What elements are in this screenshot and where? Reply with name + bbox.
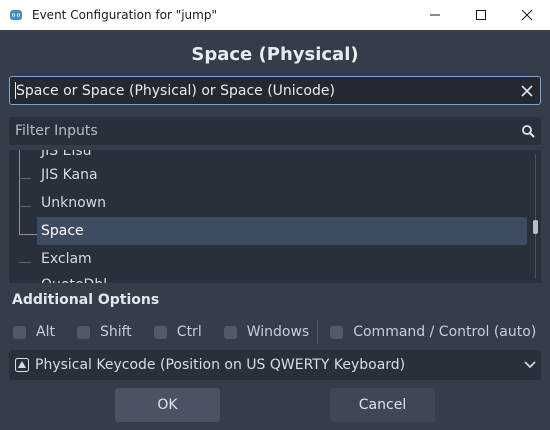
cancel-button[interactable]: Cancel [330,388,435,422]
filter-inputs-field[interactable] [9,117,541,145]
filter-input[interactable] [15,123,515,139]
close-window-button[interactable] [504,0,550,30]
tree-item-quotedbl[interactable]: QuoteDbl [37,271,527,283]
command-control-option[interactable]: Command / Control (auto) [330,324,536,340]
minimize-button[interactable] [412,0,458,30]
tree-item-unknown[interactable]: Unknown [37,189,527,217]
clear-button[interactable] [514,78,540,104]
event-value: Space or Space (Physical) or Space (Unic… [16,82,335,99]
alt-option[interactable]: Alt [13,324,55,340]
event-listen-field[interactable]: Space or Space (Physical) or Space (Unic… [9,76,541,105]
options-divider [317,320,319,344]
command-control-label: Command / Control (auto) [353,324,537,340]
maximize-icon [476,10,486,20]
event-heading: Space (Physical) [191,44,359,65]
close-icon [522,10,532,20]
ctrl-label: Ctrl [176,324,202,340]
tree-tick [19,262,31,263]
scroll-thumb[interactable] [533,220,538,234]
windows-label: Windows [246,324,310,340]
title-bar: Event Configuration for "jump" [0,0,550,30]
minimize-icon [430,14,440,16]
search-button[interactable] [515,118,541,144]
windows-checkbox[interactable] [223,325,237,339]
command-control-checkbox[interactable] [330,325,344,339]
windows-option[interactable]: Windows [223,324,310,340]
tree-tick [19,178,31,179]
scroll-track [535,154,536,279]
ctrl-option[interactable]: Ctrl [153,324,202,340]
chevron-down-icon [524,361,536,369]
tree-item-jis-kana[interactable]: JIS Kana [37,161,527,189]
alt-checkbox[interactable] [13,325,26,339]
tree-connector-line [19,150,20,235]
additional-options-label: Additional Options [12,292,160,308]
tree-connector-branch [19,234,37,235]
ctrl-checkbox[interactable] [153,325,167,339]
godot-app-icon [10,10,22,20]
tree-tick [19,206,31,207]
clear-icon [521,84,533,97]
input-tree[interactable]: JIS Eisu JIS Kana Unknown Space Exclam Q… [9,150,541,283]
alt-label: Alt [36,324,55,340]
search-icon [521,124,535,138]
shift-option[interactable]: Shift [76,324,132,340]
dropdown-arrow[interactable] [519,361,541,369]
dialog-content: Space (Physical) Space or Space (Physica… [0,30,550,430]
keyboard-icon [15,358,29,372]
keycode-type-value: Physical Keycode (Position on US QWERTY … [35,357,406,373]
shift-checkbox[interactable] [76,325,90,339]
shift-label: Shift [99,324,132,340]
tree-item-exclam[interactable]: Exclam [37,245,527,273]
window-title: Event Configuration for "jump" [32,8,217,22]
tree-scrollbar[interactable] [533,150,539,283]
keycode-type-dropdown[interactable]: Physical Keycode (Position on US QWERTY … [9,350,541,380]
tree-item-space[interactable]: Space [37,217,527,245]
modifier-options: Alt Shift Ctrl Windows Command / Control… [13,320,536,344]
maximize-button[interactable] [458,0,504,30]
ok-button[interactable]: OK [115,388,220,422]
